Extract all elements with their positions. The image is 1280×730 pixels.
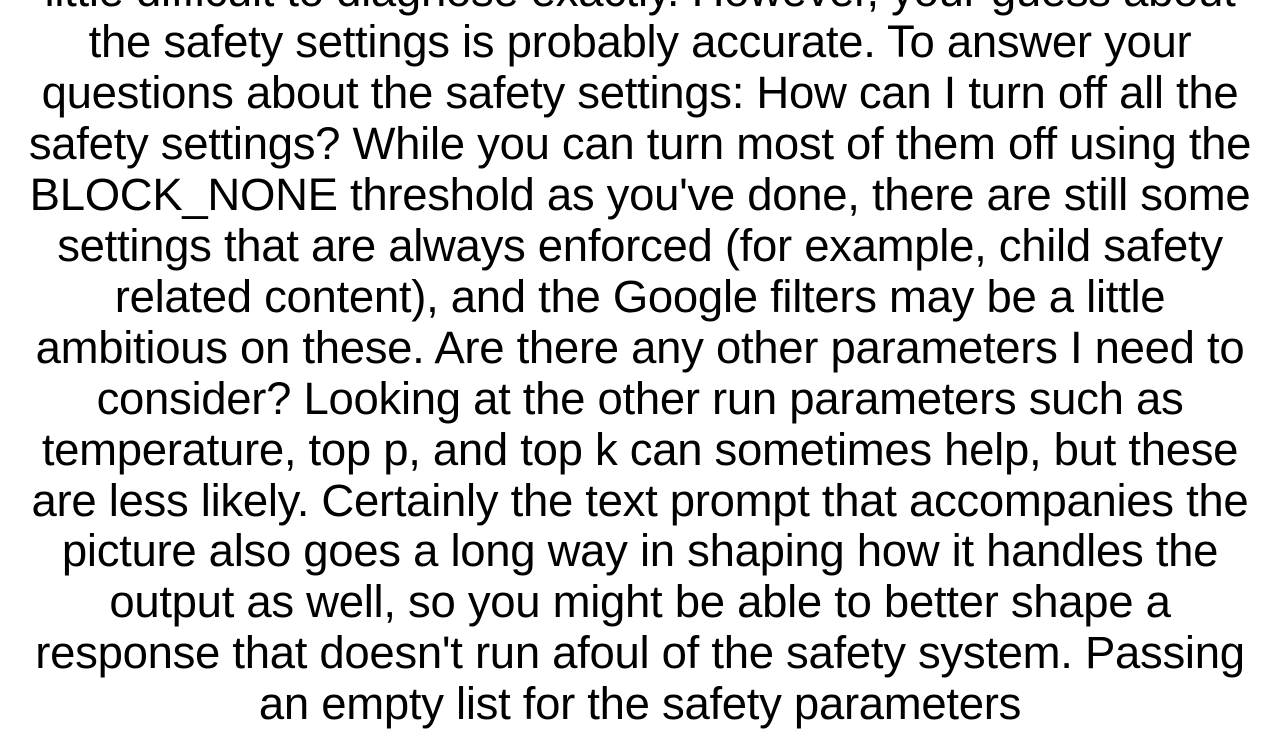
document-body-text: little difficult to diagnose exactly. Ho… xyxy=(0,0,1280,730)
